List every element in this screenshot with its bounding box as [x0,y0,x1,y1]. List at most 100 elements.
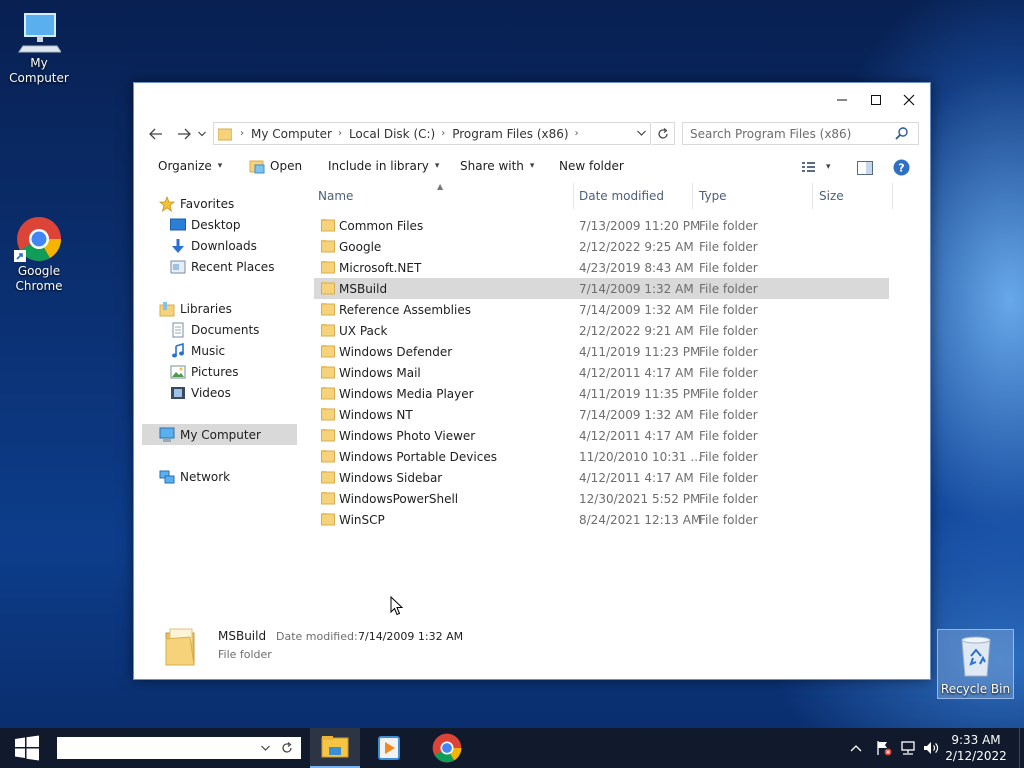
change-view-button[interactable]: ▾ [802,161,831,173]
preview-pane-button[interactable] [857,161,873,175]
recent-locations-button[interactable] [196,123,208,145]
share-with-label: Share with [460,159,524,173]
file-date-modified: 7/14/2009 1:32 AM [579,408,694,422]
file-name: Windows Media Player [339,387,474,401]
share-with-button[interactable]: Share with ▾ [460,159,534,173]
file-row[interactable]: Windows Sidebar 4/12/2011 4:17 AM File fol… [314,467,889,488]
svg-text:?: ? [898,162,904,175]
desktop-icon-google-chrome[interactable]: Google Chrome [0,216,78,294]
forward-button[interactable] [173,123,195,145]
taskbar-file-explorer[interactable] [310,728,360,768]
organize-button[interactable]: Organize ▾ [158,159,222,173]
nav-downloads[interactable]: Downloads [170,235,325,256]
column-divider[interactable] [892,183,893,209]
nav-my-computer[interactable]: My Computer [142,424,297,445]
chrome-icon [14,216,62,262]
taskbar-google-chrome[interactable] [422,728,472,768]
chevron-down-icon[interactable] [261,745,270,751]
start-button[interactable] [0,728,54,768]
open-button[interactable]: Open [249,158,302,174]
arrow-right-icon [178,128,191,140]
breadcrumb-program-files[interactable]: Program Files (x86) [452,127,568,141]
nav-documents[interactable]: Documents [170,319,325,340]
back-button[interactable] [145,123,167,145]
file-row[interactable]: MSBuild 7/14/2009 1:32 AM File folder [314,278,889,299]
maximize-icon [871,95,881,105]
breadcrumb-separator-icon: › [337,128,342,139]
open-label: Open [270,159,303,173]
close-button[interactable] [892,83,926,117]
show-desktop-button[interactable] [1019,728,1024,768]
nav-music[interactable]: Music [170,340,325,361]
column-divider[interactable] [692,183,693,209]
nav-desktop[interactable]: Desktop [170,214,325,235]
recent-places-icon [170,259,186,275]
new-folder-button[interactable]: New folder [559,159,624,173]
desktop-icon-recycle-bin[interactable]: Recycle Bin [937,629,1014,699]
nav-label: Documents [191,322,260,337]
taskbar-clock[interactable]: 9:33 AM 2/12/2022 [944,732,1008,764]
file-row[interactable]: Google 2/12/2022 9:25 AM File folder [314,236,889,257]
nav-recent-places[interactable]: Recent Places [170,256,325,277]
search-icon[interactable] [895,127,908,140]
minimize-button[interactable] [825,83,859,117]
nav-label: My Computer [180,427,261,442]
file-type: File folder [699,240,758,254]
file-row[interactable]: Microsoft.NET 4/23/2019 8:43 AM File folde… [314,257,889,278]
file-row[interactable]: Windows NT 7/14/2009 1:32 AM File folder [314,404,889,425]
file-row[interactable]: Common Files 7/13/2009 11:20 PM File folde… [314,215,889,236]
folder-icon [321,323,335,340]
taskbar-media-player[interactable] [364,728,414,768]
clock-date: 2/12/2022 [945,749,1007,763]
breadcrumb-local-disk[interactable]: Local Disk (C:) [349,127,435,141]
column-divider[interactable] [573,183,574,209]
column-date-modified[interactable]: Date modified [575,183,693,209]
column-divider[interactable] [812,183,813,209]
file-row[interactable]: Windows Portable Devices 11/20/2010 10:31… [314,446,889,467]
volume-tray-button[interactable] [923,740,941,760]
file-row[interactable]: WindowsPowerShell 12/30/2021 5:52 PM File … [314,488,889,509]
file-row[interactable]: Windows Defender 4/11/2019 11:23 PM File f… [314,341,889,362]
nav-network[interactable]: Network [159,466,314,487]
desktop-icon-my-computer[interactable]: My Computer [0,10,78,86]
file-type: File folder [699,408,758,422]
taskbar-search-input[interactable] [57,738,257,758]
file-row[interactable]: UX Pack 2/12/2022 9:21 AM File folder [314,320,889,341]
organize-label: Organize [158,159,212,173]
nav-pictures[interactable]: Pictures [170,361,325,382]
download-arrow-icon [170,238,186,254]
include-in-library-button[interactable]: Include in library ▾ [328,159,439,173]
nav-favorites[interactable]: Favorites [159,193,314,214]
folder-large-icon [162,627,198,667]
taskbar-search-box[interactable] [57,737,301,759]
search-box[interactable] [682,122,919,145]
address-bar[interactable]: › My Computer › Local Disk (C:) › Progra… [213,122,651,145]
refresh-button[interactable] [652,122,675,145]
picture-icon [170,364,186,380]
breadcrumb-my-computer[interactable]: My Computer [251,127,332,141]
action-center-flag-button[interactable] [876,740,892,760]
maximize-button[interactable] [859,83,893,117]
file-row[interactable]: Windows Photo Viewer 4/12/2011 4:17 AM Fil… [314,425,889,446]
file-date-modified: 4/11/2019 11:35 PM [579,387,701,401]
column-type[interactable]: Type [695,183,811,209]
file-row[interactable]: Windows Mail 4/12/2011 4:17 AM File folder [314,362,889,383]
view-list-icon [802,162,815,172]
help-button[interactable]: ? [893,159,910,176]
file-row[interactable]: Reference Assemblies 7/14/2009 1:32 AM Fil… [314,299,889,320]
address-dropdown-button[interactable] [637,130,646,136]
file-name: MSBuild [339,282,388,296]
search-input[interactable] [683,126,895,141]
file-row[interactable]: WinSCP 8/24/2021 12:13 AM File folder [314,509,889,530]
network-tray-button[interactable] [900,740,916,760]
file-type: File folder [699,345,758,359]
nav-libraries[interactable]: Libraries [159,298,314,319]
folder-icon [321,365,335,382]
file-row[interactable]: Windows Media Player 4/11/2019 11:35 PM Fi… [314,383,889,404]
column-name[interactable]: Name [314,183,572,209]
column-size[interactable]: Size [815,183,891,209]
nav-videos[interactable]: Videos [170,382,325,403]
desktop: My Computer Google Chrome › My Computer … [0,0,1024,728]
show-hidden-icons-button[interactable] [850,741,862,756]
refresh-icon[interactable] [281,742,293,754]
